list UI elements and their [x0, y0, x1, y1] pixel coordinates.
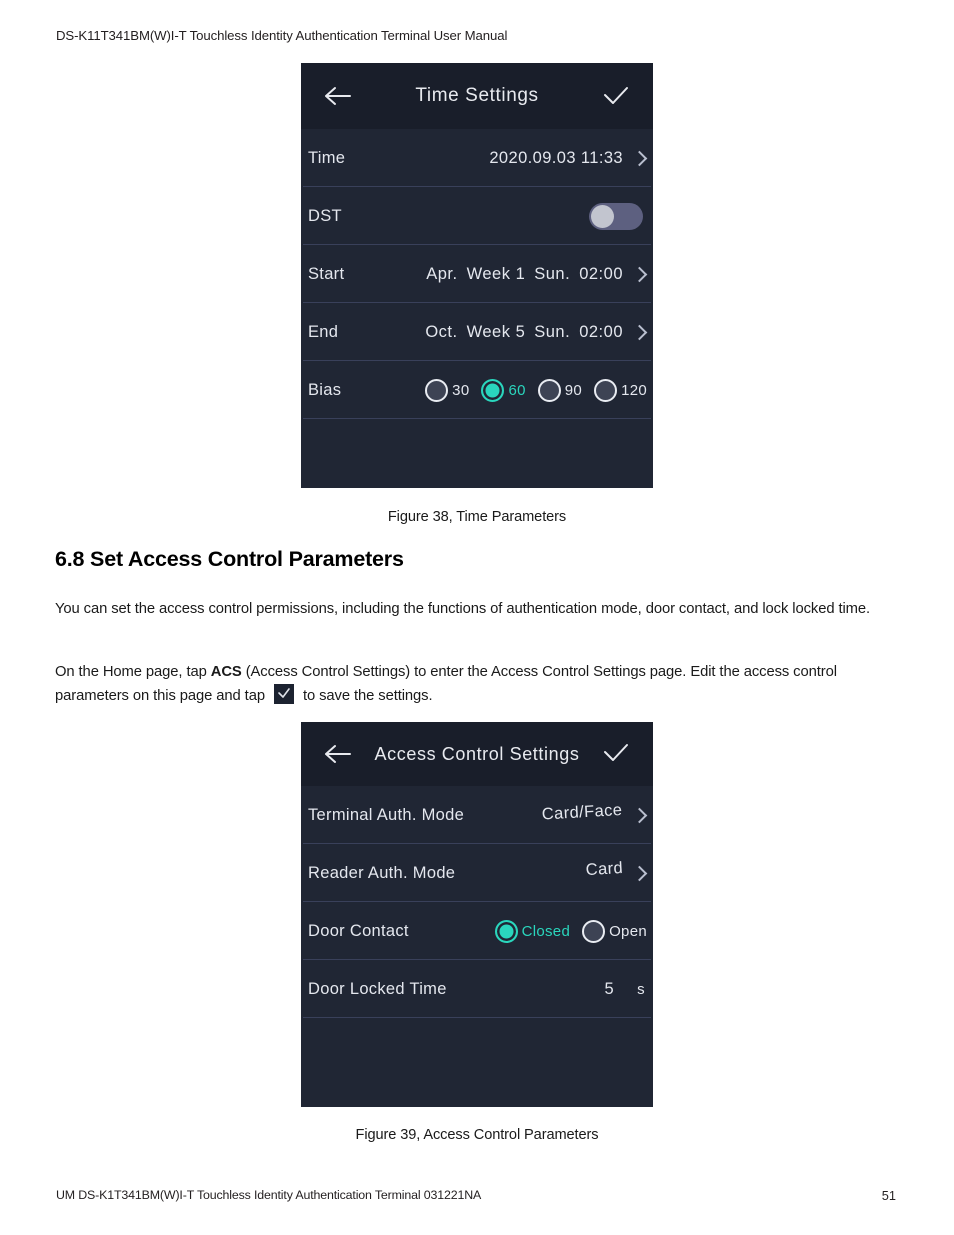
checkmark-icon[interactable] [599, 79, 633, 113]
bias-option-90[interactable]: 90 [537, 378, 583, 402]
bias-option-30[interactable]: 30 [425, 378, 470, 402]
radio-selected-icon [494, 919, 518, 943]
row-bias-label: Bias [308, 380, 342, 399]
chevron-right-icon[interactable] [631, 150, 648, 166]
row-terminal-auth-mode-value: Card/Face [541, 800, 624, 823]
end-week: Week 5 [466, 322, 526, 341]
row-terminal-auth-mode[interactable]: Terminal Auth. Mode Card/Face [303, 786, 651, 844]
chevron-right-icon[interactable] [631, 324, 648, 340]
row-end-label: End [308, 322, 339, 341]
row-door-locked-time-label: Door Locked Time [308, 979, 447, 998]
row-time-value: 2020.09.03 11:33 [489, 148, 623, 167]
end-weekday: Sun. [534, 322, 571, 341]
time-settings-topbar: Time Settings [301, 63, 653, 129]
bias-option-120-label: 120 [621, 381, 647, 399]
radio-icon [537, 378, 561, 402]
start-weekday: Sun. [534, 264, 571, 283]
chevron-right-icon[interactable] [631, 865, 648, 881]
row-door-locked-time-value-group: 5 s [605, 980, 647, 999]
device-screenshot-time-settings: Time Settings Time 2020.09.03 11:33 DST [301, 63, 653, 488]
start-month: Apr. [426, 264, 458, 283]
door-contact-option-open[interactable]: Open [582, 919, 647, 943]
page-number: 51 [881, 1188, 896, 1203]
row-bias: Bias 30 60 90 120 [303, 361, 651, 419]
row-time[interactable]: Time 2020.09.03 11:33 [303, 129, 651, 187]
arrow-left-icon[interactable] [321, 79, 355, 113]
row-terminal-auth-mode-label: Terminal Auth. Mode [308, 805, 465, 824]
access-control-title: Access Control Settings [374, 743, 580, 764]
row-door-locked-time-unit: s [637, 980, 645, 998]
acs-bold-term: ACS [210, 664, 242, 680]
document-footer: UM DS-K1T341BM(W)I-T Touchless Identity … [56, 1188, 482, 1202]
row-terminal-auth-mode-value-group: Card/Face [542, 801, 648, 825]
row-reader-auth-mode-label: Reader Auth. Mode [308, 863, 456, 882]
row-start[interactable]: Start Apr. Week 1 Sun. 02:00 [303, 245, 651, 303]
row-start-label: Start [308, 264, 345, 283]
document-header: DS-K11T341BM(W)I-T Touchless Identity Au… [56, 28, 508, 43]
row-reader-auth-mode-value: Card [584, 858, 624, 879]
chevron-right-icon[interactable] [631, 266, 648, 282]
row-time-label: Time [308, 148, 346, 167]
end-time: 02:00 [579, 322, 623, 341]
paragraph-acs-part1: On the Home page, tap [55, 664, 211, 680]
bias-radio-group: 30 60 90 120 [425, 378, 647, 402]
row-door-locked-time[interactable]: Door Locked Time 5 s [303, 960, 651, 1018]
row-start-value-group: Apr. Week 1 Sun. 02:00 [426, 264, 648, 284]
checkmark-box-icon [273, 683, 294, 704]
figure-38-caption: Figure 38, Time Parameters [387, 509, 567, 525]
time-settings-title: Time Settings [415, 85, 539, 106]
end-month: Oct. [425, 322, 458, 341]
row-dst-label: DST [308, 206, 342, 225]
row-reader-auth-mode[interactable]: Reader Auth. Mode Card [303, 844, 651, 902]
paragraph-acs-part3: to save the settings. [298, 687, 433, 704]
dst-toggle-knob [591, 204, 614, 228]
radio-selected-icon [481, 378, 505, 402]
dst-toggle-switch[interactable] [589, 202, 643, 230]
time-settings-rows: Time 2020.09.03 11:33 DST Start Apr. Wee… [301, 129, 653, 419]
door-contact-option-closed[interactable]: Closed [494, 919, 571, 943]
door-contact-option-closed-label: Closed [521, 922, 571, 940]
bias-option-90-label: 90 [564, 381, 583, 399]
radio-icon [594, 378, 618, 402]
door-contact-radio-group: Closed Open [494, 919, 647, 943]
bias-option-30-label: 30 [452, 381, 470, 399]
device-screenshot-access-control-settings: Access Control Settings Terminal Auth. M… [301, 722, 653, 1107]
checkmark-icon[interactable] [599, 737, 633, 771]
chevron-right-icon[interactable] [631, 807, 648, 823]
access-control-topbar: Access Control Settings [301, 722, 653, 786]
row-end[interactable]: End Oct. Week 5 Sun. 02:00 [303, 303, 651, 361]
row-dst-control [589, 202, 647, 230]
figure-39-caption: Figure 39, Access Control Parameters [355, 1127, 599, 1143]
start-time: 02:00 [579, 264, 623, 283]
paragraph-acs-instructions: On the Home page, tap ACS (Access Contro… [55, 661, 907, 707]
row-dst[interactable]: DST [303, 187, 651, 245]
page-title: 6.8 Set Access Control Parameters [55, 547, 404, 571]
radio-icon [582, 919, 606, 943]
paragraph-permissions: You can set the access control permissio… [55, 601, 871, 617]
row-end-value-group: Oct. Week 5 Sun. 02:00 [425, 322, 648, 342]
door-contact-option-open-label: Open [609, 922, 647, 940]
access-control-rows: Terminal Auth. Mode Card/Face Reader Aut… [301, 786, 653, 1018]
bias-option-120[interactable]: 120 [594, 378, 647, 402]
row-time-value-group: 2020.09.03 11:33 [489, 148, 648, 168]
row-reader-auth-mode-value-group: Card [585, 859, 648, 883]
bias-option-60-label: 60 [508, 381, 526, 399]
start-week: Week 1 [466, 264, 526, 283]
radio-icon [425, 378, 449, 402]
row-door-locked-time-value: 5 [604, 979, 615, 998]
row-door-contact: Door Contact Closed Open [303, 902, 651, 960]
arrow-left-icon[interactable] [321, 737, 355, 771]
row-door-contact-label: Door Contact [308, 921, 409, 940]
bias-option-60[interactable]: 60 [481, 378, 526, 402]
